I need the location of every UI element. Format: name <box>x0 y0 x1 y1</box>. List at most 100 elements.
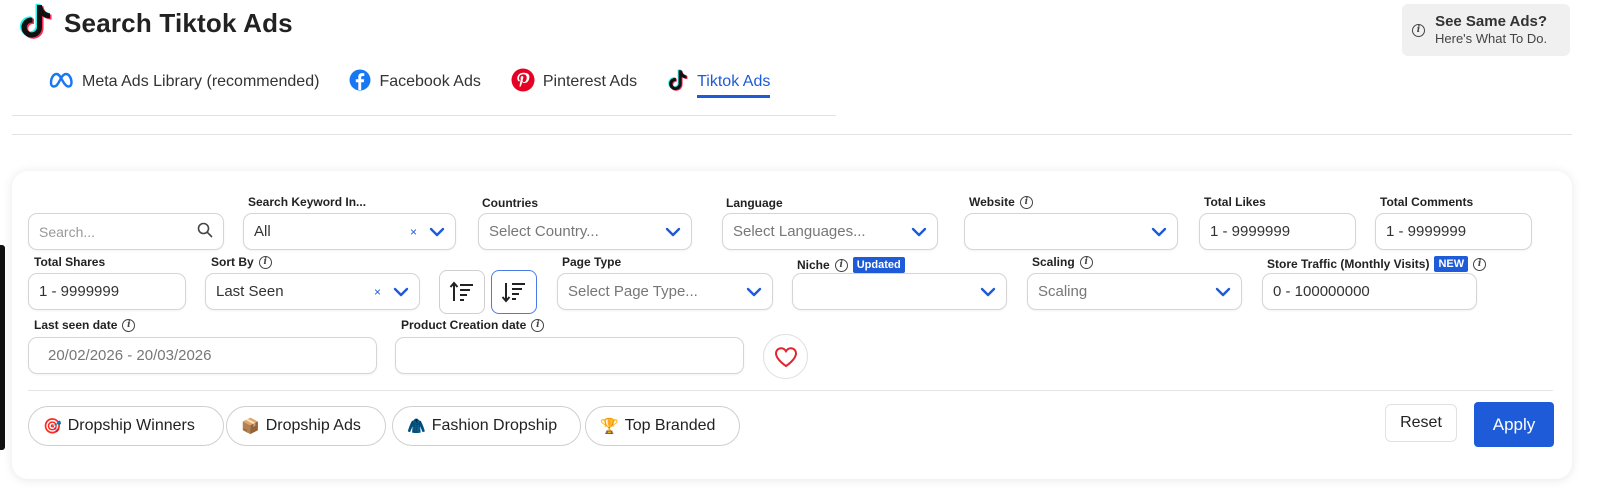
tab-label: Meta Ads Library (recommended) <box>82 73 320 90</box>
help-title: See Same Ads? <box>1435 13 1548 31</box>
tab-facebook-ads[interactable]: Facebook Ads <box>349 60 481 104</box>
new-badge: NEW <box>1434 256 1469 272</box>
see-same-ads-help[interactable]: i See Same Ads? Here's What To Do. <box>1402 4 1570 56</box>
search-box[interactable] <box>28 213 224 250</box>
sort-by-select[interactable]: Last Seen × <box>205 273 420 310</box>
package-icon: 📦 <box>241 417 260 435</box>
last-seen-date-value: 20/02/2026 - 20/03/2026 <box>48 347 212 364</box>
chevron-down-icon <box>980 287 996 296</box>
countries-label: Countries <box>482 196 539 210</box>
sort-ascending-icon <box>449 281 473 301</box>
niche-label: Niche i Updated <box>797 257 905 273</box>
page-title: Search Tiktok Ads <box>64 8 293 38</box>
total-likes-input[interactable]: 1 - 9999999 <box>1199 213 1356 250</box>
niche-select[interactable] <box>792 273 1007 310</box>
total-likes-label: Total Likes <box>1204 195 1266 209</box>
meta-icon <box>48 72 74 93</box>
left-edge-handle <box>0 245 5 450</box>
chip-label: Dropship Winners <box>67 417 195 434</box>
total-shares-input[interactable]: 1 - 9999999 <box>28 273 186 310</box>
info-icon[interactable]: i <box>1079 255 1093 269</box>
language-label: Language <box>726 196 783 210</box>
last-seen-date-label: Last seen date i <box>34 318 136 332</box>
sort-descending-button[interactable] <box>491 270 537 314</box>
scaling-select[interactable]: Scaling <box>1027 273 1242 310</box>
chevron-down-icon <box>665 227 681 236</box>
store-traffic-input[interactable]: 0 - 100000000 <box>1262 273 1477 310</box>
website-select[interactable] <box>964 213 1178 250</box>
product-creation-date-label: Product Creation date i <box>401 318 545 332</box>
tab-label: Pinterest Ads <box>542 73 638 90</box>
info-icon[interactable]: i <box>834 258 848 272</box>
total-comments-input[interactable]: 1 - 9999999 <box>1375 213 1532 250</box>
sort-by-label: Sort By i <box>211 255 272 269</box>
countries-placeholder: Select Country... <box>489 223 599 240</box>
info-icon[interactable]: i <box>122 318 136 332</box>
search-input[interactable] <box>39 223 191 240</box>
countries-select[interactable]: Select Country... <box>478 213 692 250</box>
total-comments-label: Total Comments <box>1380 195 1474 209</box>
sort-descending-icon <box>501 283 525 303</box>
page-type-label: Page Type <box>562 255 622 269</box>
pinterest-icon <box>511 68 535 97</box>
page-type-select[interactable]: Select Page Type... <box>557 273 773 310</box>
total-comments-value: 1 - 9999999 <box>1386 223 1467 240</box>
info-icon: i <box>1412 23 1425 37</box>
clear-icon[interactable]: × <box>410 225 417 239</box>
chevron-down-icon <box>1215 287 1231 296</box>
help-subtitle: Here's What To Do. <box>1435 31 1548 47</box>
chevron-down-icon <box>911 227 927 236</box>
ad-source-tabs: Meta Ads Library (recommended) Facebook … <box>12 60 836 116</box>
chevron-down-icon <box>1151 227 1167 236</box>
preset-dropship-winners[interactable]: 🎯 Dropship Winners <box>28 406 224 446</box>
tab-meta-ads-library[interactable]: Meta Ads Library (recommended) <box>48 60 319 104</box>
tab-tiktok-ads[interactable]: Tiktok Ads <box>667 60 771 104</box>
scaling-placeholder: Scaling <box>1038 283 1088 300</box>
apply-button[interactable]: Apply <box>1474 402 1554 447</box>
sort-ascending-button[interactable] <box>439 270 485 314</box>
header-divider <box>12 134 1572 135</box>
tab-pinterest-ads[interactable]: Pinterest Ads <box>511 60 637 104</box>
chip-label: Top Branded <box>624 417 716 434</box>
clear-icon[interactable]: × <box>374 285 381 299</box>
scaling-label: Scaling i <box>1032 255 1093 269</box>
language-placeholder: Select Languages... <box>733 223 866 240</box>
selected-value: All <box>254 223 271 240</box>
search-icon[interactable] <box>197 222 213 242</box>
trophy-icon: 🏆 <box>600 417 619 435</box>
heart-icon <box>774 346 797 367</box>
info-icon[interactable]: i <box>1019 195 1033 209</box>
preset-fashion-dropship[interactable]: 🧥 Fashion Dropship <box>392 406 581 446</box>
search-keyword-in-select[interactable]: All × <box>243 213 456 250</box>
updated-badge: Updated <box>852 257 905 273</box>
page-type-placeholder: Select Page Type... <box>568 283 698 300</box>
tiktok-icon <box>667 68 689 97</box>
favorites-button[interactable] <box>763 334 808 379</box>
facebook-icon <box>349 69 371 96</box>
search-keyword-in-label: Search Keyword In... <box>248 195 367 209</box>
selected-value: Last Seen <box>216 283 284 300</box>
info-icon[interactable]: i <box>1473 257 1487 271</box>
chevron-down-icon <box>746 287 762 296</box>
chevron-down-icon <box>429 227 445 236</box>
chip-label: Dropship Ads <box>265 417 361 434</box>
tab-label: Facebook Ads <box>379 73 481 90</box>
preset-dropship-ads[interactable]: 📦 Dropship Ads <box>226 406 386 446</box>
language-select[interactable]: Select Languages... <box>722 213 938 250</box>
info-icon[interactable]: i <box>531 318 545 332</box>
page-header: Search Tiktok Ads <box>18 2 293 45</box>
info-icon[interactable]: i <box>258 255 272 269</box>
preset-top-branded[interactable]: 🏆 Top Branded <box>585 406 740 446</box>
tab-label: Tiktok Ads <box>697 73 771 98</box>
reset-button[interactable]: Reset <box>1385 404 1457 442</box>
target-icon: 🎯 <box>43 417 62 435</box>
chip-label: Fashion Dropship <box>431 417 558 434</box>
coat-icon: 🧥 <box>407 417 426 435</box>
panel-divider <box>28 390 1553 391</box>
last-seen-date-picker[interactable]: 20/02/2026 - 20/03/2026 <box>28 337 377 374</box>
store-traffic-label: Store Traffic (Monthly Visits) NEW i <box>1267 256 1487 272</box>
product-creation-date-picker[interactable] <box>395 337 744 374</box>
total-shares-value: 1 - 9999999 <box>39 283 120 300</box>
website-label: Website i <box>969 195 1033 209</box>
chevron-down-icon <box>393 287 409 296</box>
